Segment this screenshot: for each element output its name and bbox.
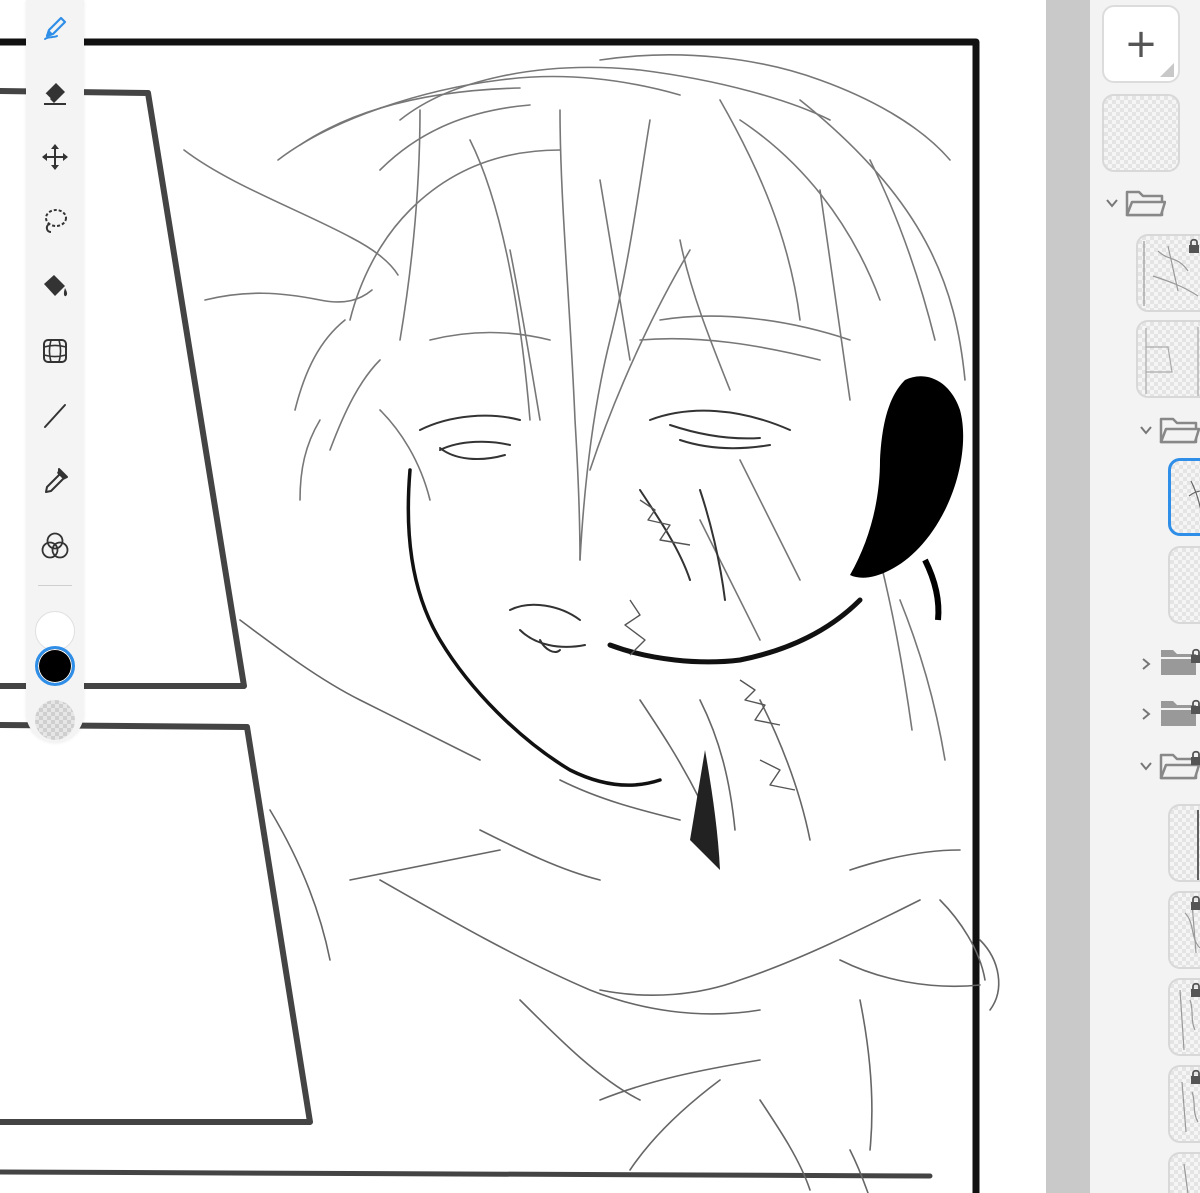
lasso-icon xyxy=(45,209,67,233)
add-layer-button[interactable]: + xyxy=(1102,5,1180,83)
face-strokes xyxy=(419,409,791,653)
collar-strokes xyxy=(239,619,1000,1193)
lock-icon xyxy=(1191,699,1200,714)
panel-frame-mid-left xyxy=(0,722,313,1125)
layer-thumbnail[interactable] xyxy=(1102,94,1180,172)
layer-thumbnail[interactable] xyxy=(1168,804,1200,882)
chevron-right-icon[interactable] xyxy=(1138,656,1154,672)
lock-icon xyxy=(1191,750,1200,765)
eraser-tool-button[interactable] xyxy=(35,72,75,112)
folder-open-icon[interactable] xyxy=(1124,185,1166,219)
mic-arm xyxy=(607,597,863,665)
transform-grid-icon xyxy=(43,339,67,363)
line-icon xyxy=(44,404,66,428)
lock-icon xyxy=(1191,648,1200,663)
blend-tool-button[interactable] xyxy=(35,526,75,566)
transparent-color-swatch[interactable] xyxy=(35,700,75,740)
artwork xyxy=(0,38,1000,1193)
drawing-canvas[interactable] xyxy=(0,0,1046,1193)
blend-circles-icon xyxy=(41,532,69,559)
layer-thumbnail[interactable] xyxy=(1136,320,1200,398)
fill-tool-button[interactable] xyxy=(35,266,75,306)
jaw-outline xyxy=(406,468,662,787)
lock-icon xyxy=(1191,982,1200,997)
fill-bucket-icon xyxy=(44,275,68,297)
line-tool-button[interactable] xyxy=(35,396,75,436)
panel-frame-main xyxy=(0,38,980,1193)
tie xyxy=(690,750,720,870)
chevron-down-icon[interactable] xyxy=(1104,195,1120,211)
move-icon xyxy=(42,144,68,170)
panel-gutter xyxy=(1046,0,1090,1193)
headphone xyxy=(850,376,964,578)
folder-open-icon[interactable] xyxy=(1158,412,1200,446)
pen-tool-button[interactable] xyxy=(35,8,75,48)
tool-divider xyxy=(38,585,72,586)
chevron-right-icon[interactable] xyxy=(1138,706,1154,722)
hair-strokes xyxy=(183,54,966,761)
lock-icon xyxy=(1191,895,1200,910)
layer-thumbnail[interactable] xyxy=(1168,546,1200,624)
layer-thumbnail-selected[interactable] xyxy=(1168,458,1200,536)
chevron-down-icon[interactable] xyxy=(1138,422,1154,438)
bandage-strokes xyxy=(624,499,796,791)
drawing-app: + xyxy=(0,0,1200,1193)
chevron-down-icon[interactable] xyxy=(1138,758,1154,774)
pen-icon xyxy=(44,16,67,40)
add-layer-label: + xyxy=(1124,21,1158,67)
panel-frame-bottom xyxy=(0,1169,933,1179)
lock-icon xyxy=(1189,238,1199,253)
move-tool-button[interactable] xyxy=(35,137,75,177)
transform-tool-button[interactable] xyxy=(35,331,75,371)
tool-palette xyxy=(26,0,84,742)
secondary-color-swatch[interactable] xyxy=(35,611,75,651)
layers-panel: + xyxy=(1090,0,1200,1193)
lasso-tool-button[interactable] xyxy=(35,201,75,241)
eyedropper-tool-button[interactable] xyxy=(35,461,75,501)
lock-icon xyxy=(1191,1069,1200,1084)
layer-thumbnail[interactable] xyxy=(1168,1152,1200,1193)
primary-color-swatch[interactable] xyxy=(35,646,75,686)
eraser-icon xyxy=(44,83,66,105)
eyedropper-icon xyxy=(45,468,68,493)
